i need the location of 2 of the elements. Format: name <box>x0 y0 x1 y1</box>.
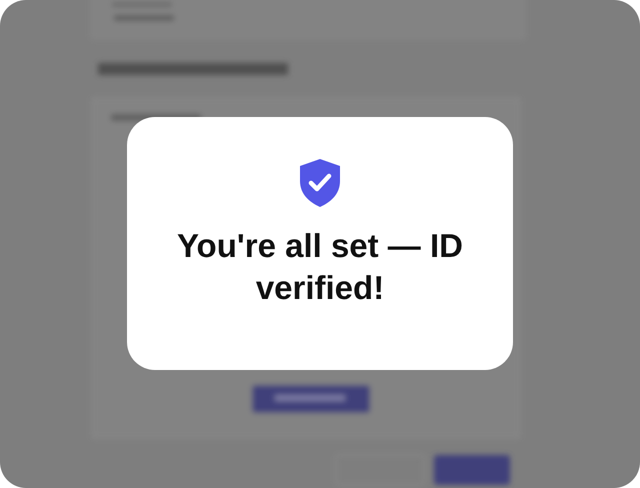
shield-check-icon <box>297 157 343 209</box>
success-message: You're all set — ID verified! <box>176 226 464 308</box>
